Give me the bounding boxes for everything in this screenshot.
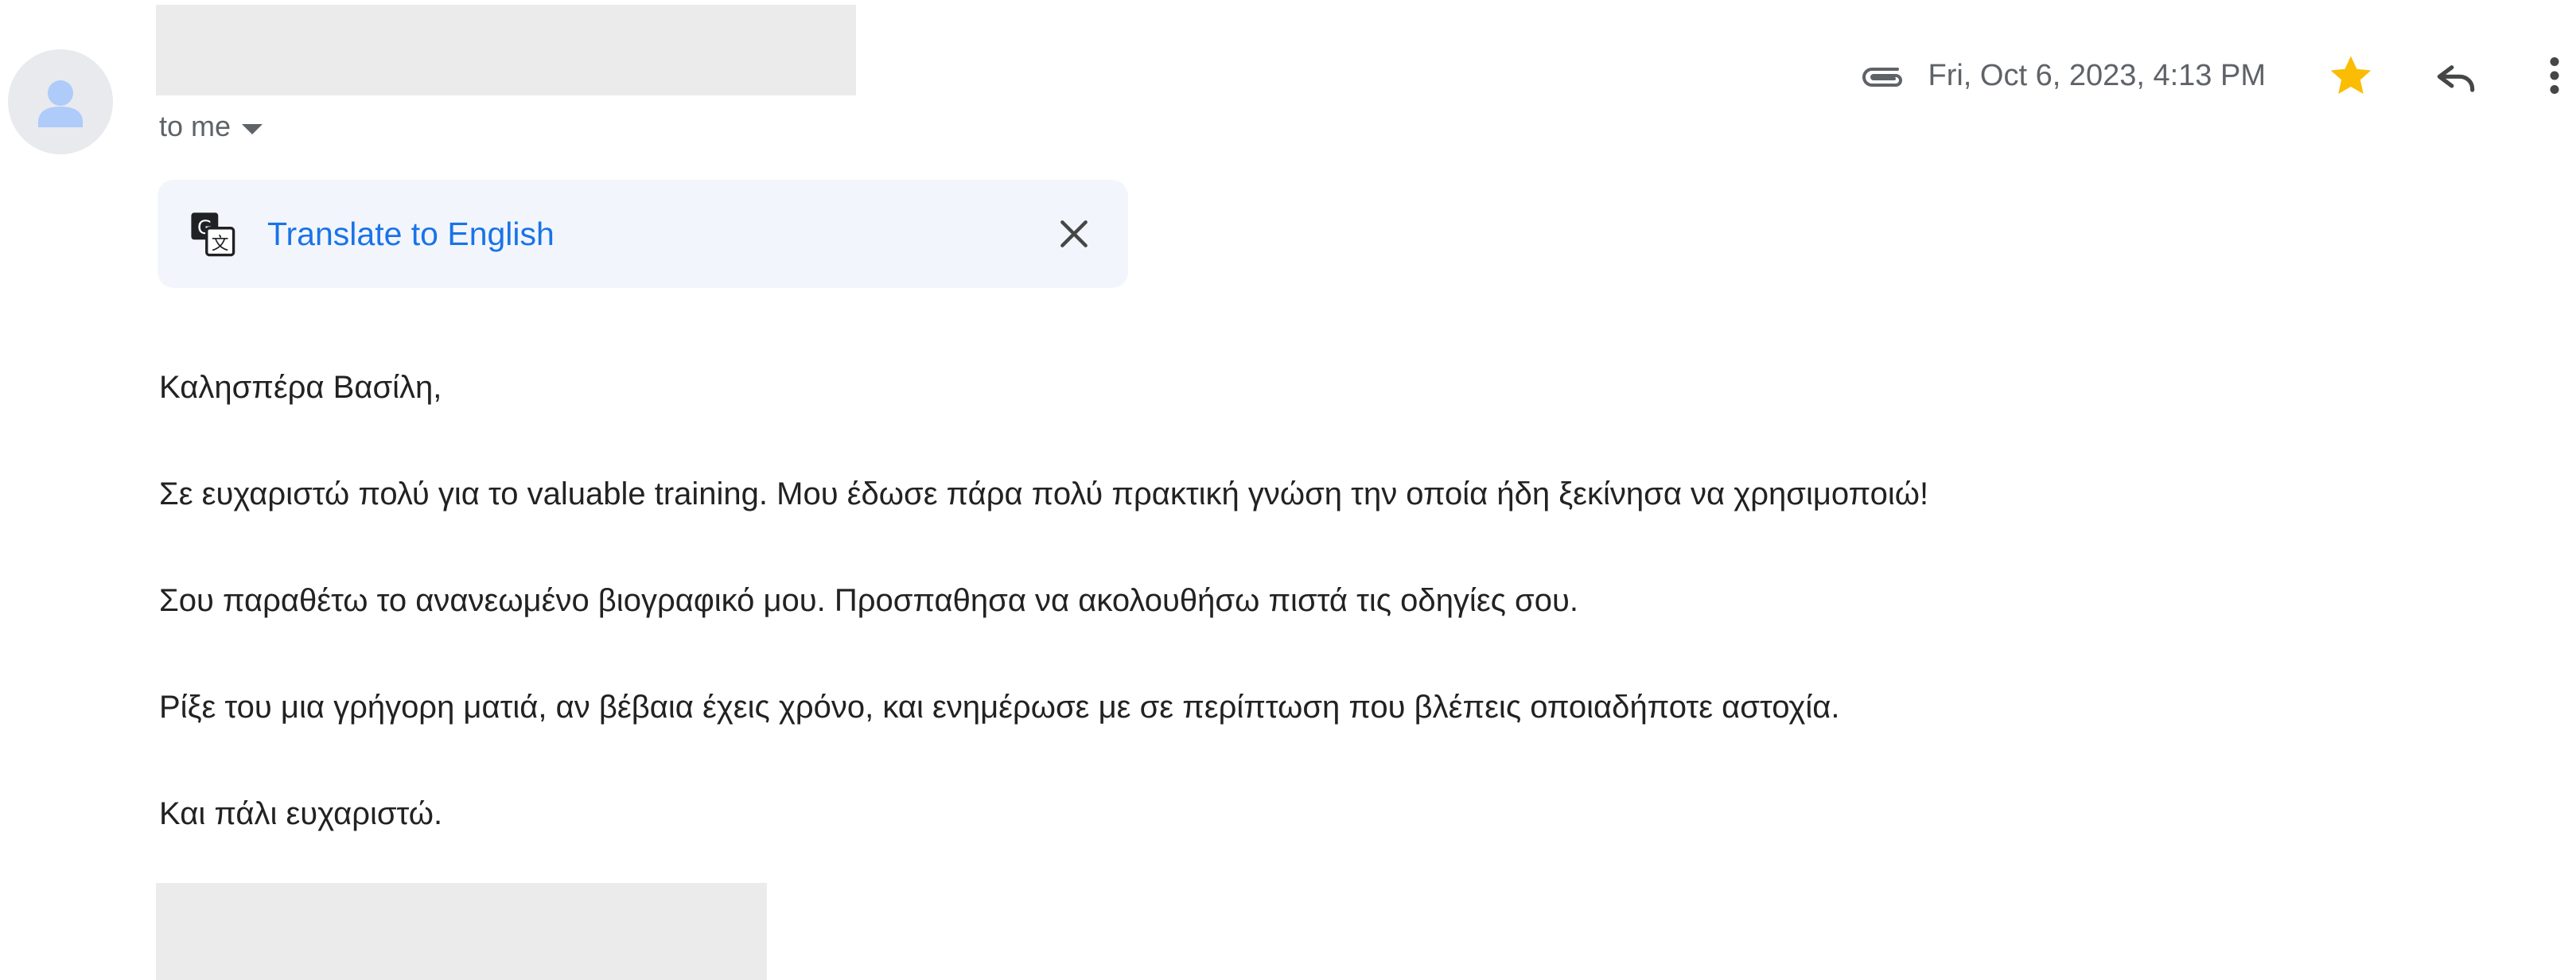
close-icon[interactable] <box>1056 216 1091 251</box>
sender-avatar[interactable] <box>8 49 113 154</box>
caret-down-icon <box>242 123 263 134</box>
sender-name-redacted <box>156 5 856 95</box>
translate-banner: G 文 Translate to English <box>158 180 1128 288</box>
message-actions: Fri, Oct 6, 2023, 4:13 PM <box>1859 49 2576 102</box>
message-paragraph: Ρίξε του μια γρήγορη ματιά, αν βέβαια έχ… <box>159 690 1840 725</box>
translate-icon: G 文 <box>191 212 235 257</box>
more-vert-icon[interactable] <box>2543 51 2566 100</box>
message-greeting: Καλησπέρα Βασίλη, <box>159 370 442 405</box>
message-body: Καλησπέρα Βασίλη, Σε ευχαριστώ πολύ για … <box>159 334 1928 867</box>
attachment-icon <box>1862 68 1903 87</box>
message-paragraph: Σου παραθέτω το ανανεωμένο βιογραφικό μο… <box>159 583 1578 618</box>
avatar-person-icon <box>8 49 113 154</box>
star-icon[interactable] <box>2326 51 2376 100</box>
recipient-details-toggle[interactable]: to me <box>159 110 263 143</box>
svg-text:文: 文 <box>212 234 229 254</box>
message-closing: Και πάλι ευχαριστώ. <box>159 796 443 831</box>
message-paragraph: Σε ευχαριστώ πολύ για το valuable traini… <box>159 476 1929 511</box>
translate-to-english-link[interactable]: Translate to English <box>267 216 555 253</box>
signature-redacted <box>156 883 767 980</box>
reply-icon[interactable] <box>2431 51 2481 100</box>
recipient-label: to me <box>159 110 232 142</box>
message-date: Fri, Oct 6, 2023, 4:13 PM <box>1928 58 2266 92</box>
